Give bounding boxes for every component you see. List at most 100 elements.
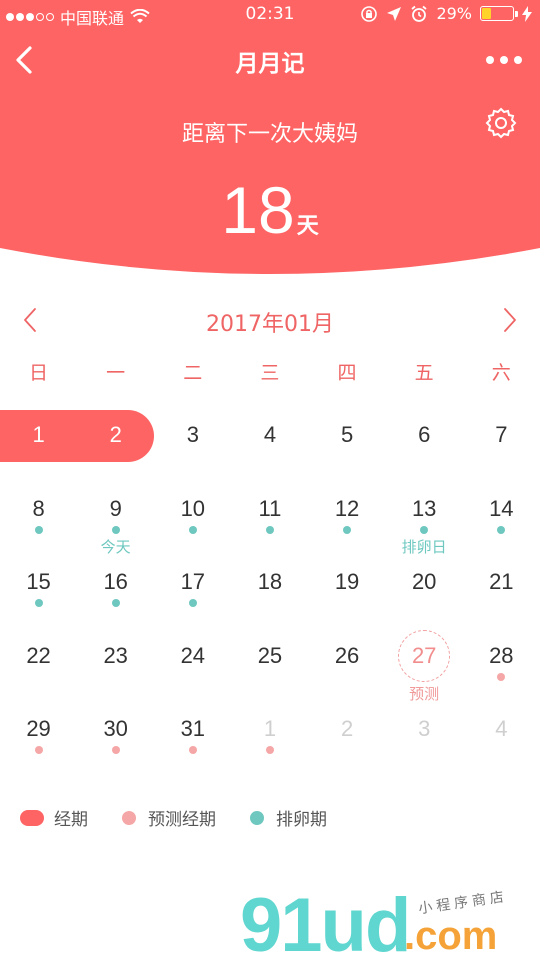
countdown-label: 距离下一次大姨妈: [181, 122, 358, 147]
ovulation-dot: [188, 525, 197, 534]
day-number: 4: [263, 422, 277, 447]
calendar-day[interactable]: 21: [463, 547, 540, 621]
battery-percent: 29%: [436, 4, 472, 23]
legend-swatch: [20, 809, 44, 826]
calendar-day[interactable]: 1: [231, 694, 308, 768]
calendar-day[interactable]: 4: [463, 694, 540, 768]
day-number: 3: [418, 716, 431, 741]
calendar-grid: 1 2 3 4 5 6 7 8 9 今天 10 11 12 13 排卵日 14 15 16 17 18 19 20 21 22…: [0, 400, 540, 768]
calendar-day[interactable]: 25: [231, 621, 308, 695]
weekday-label: 六: [491, 362, 511, 384]
day-number: 25: [257, 642, 283, 668]
weekday-label: 一: [106, 362, 126, 384]
day-number: 1: [32, 422, 45, 447]
calendar-day[interactable]: 6: [386, 400, 463, 474]
day-number: 11: [258, 495, 282, 521]
more-dots-icon[interactable]: [486, 56, 522, 64]
ovulation-dot: [497, 525, 506, 534]
chevron-right-icon[interactable]: [500, 306, 520, 334]
calendar-day[interactable]: 18: [231, 547, 308, 621]
header: 中国联通 02:31 29% 月月记 距离下一次大姨妈 18天: [0, 0, 540, 290]
calendar-day[interactable]: 17: [154, 547, 231, 621]
calendar-day[interactable]: 4: [231, 400, 308, 474]
calendar-day[interactable]: 5: [309, 400, 386, 474]
status-bar: 中国联通 02:31 29%: [0, 0, 540, 30]
weekday-label: 日: [29, 362, 49, 384]
calendar-day[interactable]: 8: [0, 474, 77, 548]
calendar-day[interactable]: 16: [77, 547, 154, 621]
calendar-day[interactable]: 2: [77, 400, 154, 474]
countdown-unit: 天: [296, 214, 319, 239]
ovulation-dot: [111, 599, 120, 607]
calendar-day[interactable]: 28: [463, 621, 540, 695]
calendar-day[interactable]: 11: [231, 474, 308, 548]
watermark: 91ud 小程序商店 .com: [240, 888, 540, 960]
calendar-day[interactable]: 29: [0, 694, 77, 768]
calendar-day[interactable]: 22: [0, 621, 77, 695]
predicted-period-dot: [34, 746, 43, 754]
calendar-day[interactable]: 19: [309, 547, 386, 621]
calendar-day[interactable]: 1: [0, 400, 77, 474]
calendar-day[interactable]: 2: [309, 694, 386, 768]
calendar-day[interactable]: 3: [154, 400, 231, 474]
calendar-day[interactable]: 14: [463, 474, 540, 548]
orientation-lock-icon: [361, 5, 378, 22]
gear-icon[interactable]: [484, 106, 518, 140]
day-number: 3: [186, 422, 199, 447]
day-number: 1: [263, 716, 277, 741]
predicted-period-dot: [265, 746, 274, 754]
day-number: 29: [26, 716, 51, 741]
day-number: 2: [340, 716, 354, 741]
calendar-day[interactable]: 3: [386, 694, 463, 768]
day-number: 5: [340, 422, 354, 447]
calendar-day[interactable]: 9 今天: [77, 474, 154, 556]
ovulation-dot: [420, 525, 429, 534]
legend-label: 预测经期: [148, 810, 216, 830]
day-number: 24: [180, 642, 206, 668]
legend-item: 预测经期: [122, 805, 216, 830]
calendar-day[interactable]: 30: [77, 694, 154, 768]
day-number: 30: [103, 716, 128, 741]
calendar-day[interactable]: 23: [77, 621, 154, 695]
day-number: 7: [495, 422, 508, 447]
calendar-day[interactable]: 10: [154, 474, 231, 548]
predicted-period-dot: [497, 672, 506, 681]
battery-icon: [480, 6, 518, 21]
day-number: 17: [180, 569, 206, 594]
day-number: 4: [495, 716, 508, 741]
day-number: 13: [411, 495, 437, 521]
charging-bolt-icon: [522, 5, 532, 22]
alarm-clock-icon: [411, 5, 428, 22]
calendar-day[interactable]: 27 预测: [386, 621, 463, 703]
legend-swatch: [250, 810, 264, 825]
day-number: 16: [103, 569, 128, 594]
calendar-day[interactable]: 12: [309, 474, 386, 548]
weekday-label: 五: [414, 362, 434, 384]
calendar-day[interactable]: 13 排卵日: [386, 474, 463, 556]
calendar-day[interactable]: 15: [0, 547, 77, 621]
calendar-day[interactable]: 31: [154, 694, 231, 768]
legend-label: 排卵期: [276, 810, 327, 830]
legend: 经期 预测经期 排卵期: [20, 805, 361, 830]
watermark-logo: 91ud: [240, 883, 411, 960]
day-number: 18: [257, 569, 283, 594]
ovulation-dot: [265, 525, 274, 534]
day-number: 14: [489, 495, 514, 521]
weekday-label: 二: [183, 362, 203, 384]
legend-label: 经期: [54, 810, 88, 830]
day-number: 27: [411, 642, 437, 668]
calendar-day[interactable]: 24: [154, 621, 231, 695]
countdown-days: 18天: [0, 172, 540, 248]
ovulation-dot: [34, 599, 43, 607]
day-number: 12: [334, 495, 360, 521]
ovulation-dot: [343, 525, 352, 534]
day-number: 6: [418, 422, 431, 447]
month-navigation: 2017年01月: [0, 300, 540, 340]
calendar-day[interactable]: 7: [463, 400, 540, 474]
ovulation-dot: [188, 599, 197, 607]
calendar-day[interactable]: 26: [309, 621, 386, 695]
calendar-day[interactable]: 20: [386, 547, 463, 621]
day-number: 21: [489, 569, 514, 594]
ovulation-dot: [34, 525, 43, 534]
day-number: 22: [26, 642, 51, 668]
